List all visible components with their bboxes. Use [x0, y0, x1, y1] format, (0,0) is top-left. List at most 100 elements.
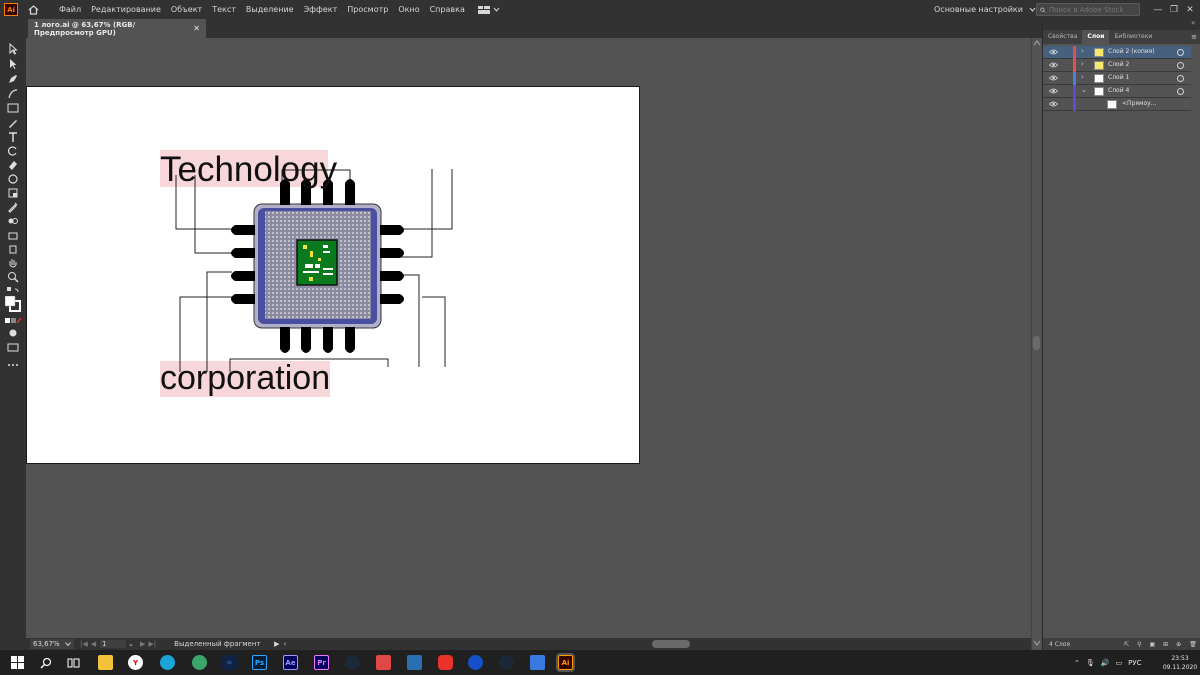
scroll-up-icon[interactable]	[1033, 40, 1041, 46]
pen-tool-icon[interactable]	[5, 72, 21, 86]
new-layer-icon[interactable]: ⊕	[1176, 641, 1181, 648]
expand-icon[interactable]: ⌄	[1081, 86, 1087, 94]
hand-tool-icon[interactable]	[5, 256, 21, 270]
menu-effect[interactable]: Эффект	[299, 0, 343, 19]
delete-icon[interactable]: 🗑	[1189, 641, 1197, 648]
eyedropper-tool-icon[interactable]	[5, 200, 21, 214]
menu-file[interactable]: Файл	[54, 0, 86, 19]
layer-row[interactable]: › Слой 2 (копия)	[1043, 46, 1200, 59]
menu-type[interactable]: Текст	[207, 0, 241, 19]
layer-row[interactable]: ⌄ Слой 4	[1043, 85, 1200, 98]
export-icon[interactable]: ⇱	[1124, 641, 1129, 648]
chevron-up-icon[interactable]: ⌃	[1074, 659, 1080, 667]
clock[interactable]: 23:53 09.11.2020	[1162, 654, 1198, 672]
first-artboard-icon[interactable]: |◀	[80, 640, 88, 648]
layer-name[interactable]: Слой 2 (копия)	[1108, 48, 1155, 55]
more-tools-icon[interactable]	[5, 358, 21, 372]
scroll-down-icon[interactable]	[1033, 640, 1041, 646]
shape-builder-tool-icon[interactable]	[5, 186, 21, 200]
horizontal-scroll-thumb[interactable]	[652, 640, 690, 648]
layer-row[interactable]: › Слой 2	[1043, 59, 1200, 72]
app-icon-3[interactable]	[407, 655, 422, 670]
direct-selection-tool-icon[interactable]	[5, 57, 21, 71]
eye-icon[interactable]	[1048, 101, 1059, 109]
artboard-tool-icon[interactable]	[5, 242, 21, 256]
eye-icon[interactable]	[1048, 88, 1059, 96]
layer-row[interactable]: › Слой 1	[1043, 72, 1200, 85]
eye-icon[interactable]	[1048, 49, 1059, 57]
type-tool-icon[interactable]	[5, 130, 21, 144]
kaspersky-icon[interactable]	[192, 655, 207, 670]
eye-icon[interactable]	[1048, 75, 1059, 83]
layer-name[interactable]: Слой 1	[1108, 74, 1129, 81]
layer-row[interactable]: <Прямоу...	[1043, 98, 1200, 111]
symbol-sprayer-tool-icon[interactable]	[5, 228, 21, 242]
menu-object[interactable]: Объект	[166, 0, 207, 19]
menu-select[interactable]: Выделение	[241, 0, 299, 19]
app-icon-2[interactable]	[376, 655, 391, 670]
photoshop-icon[interactable]: Ps	[252, 655, 267, 670]
edge-icon[interactable]	[160, 655, 175, 670]
rectangle-tool-icon[interactable]	[5, 101, 21, 115]
after-effects-icon[interactable]: Ae	[283, 655, 298, 670]
layer-name[interactable]: Слой 2	[1108, 61, 1129, 68]
curvature-tool-icon[interactable]	[5, 87, 21, 101]
screen-mode-icon[interactable]	[5, 340, 21, 354]
expand-icon[interactable]: ›	[1081, 73, 1084, 81]
layer-name[interactable]: Слой 4	[1108, 87, 1129, 94]
search-icon[interactable]	[38, 655, 53, 670]
blend-tool-icon[interactable]	[5, 214, 21, 228]
minimize-icon[interactable]: —	[1150, 5, 1166, 15]
tab-layers[interactable]: Слои	[1082, 30, 1110, 44]
app-icon[interactable]: ⚛	[222, 655, 237, 670]
target-icon[interactable]	[1177, 62, 1184, 69]
chevron-down-icon[interactable]: ⌄	[128, 640, 134, 648]
rotate-tool-icon[interactable]	[5, 144, 21, 158]
arrange-documents-button[interactable]	[477, 5, 500, 14]
steam-icon-2[interactable]	[499, 655, 514, 670]
document-tab[interactable]: 1 лого.ai @ 63,67% (RGB/Предпросмотр GPU…	[28, 19, 206, 38]
layers-scrollbar[interactable]	[1191, 46, 1200, 636]
network-icon[interactable]: ▭	[1115, 659, 1122, 667]
premiere-icon[interactable]: Pr	[314, 655, 329, 670]
zoom-tool-icon[interactable]	[5, 270, 21, 284]
menu-help[interactable]: Справка	[425, 0, 470, 19]
language-indicator[interactable]: РУС	[1128, 659, 1141, 667]
workspace-switcher[interactable]: Основные настройки	[934, 0, 1036, 19]
eraser-tool-icon[interactable]	[5, 158, 21, 172]
yandex-browser-icon[interactable]: Y	[128, 655, 143, 670]
new-sublayer-icon[interactable]: ⊞	[1163, 641, 1168, 648]
layer-name[interactable]: <Прямоу...	[1122, 100, 1156, 107]
expand-icon[interactable]: ›	[1081, 47, 1084, 55]
microphone-icon[interactable]: 🎙	[1086, 659, 1095, 667]
vertical-scroll-thumb[interactable]	[1033, 336, 1040, 350]
last-artboard-icon[interactable]: ▶|	[148, 640, 156, 648]
next-artboard-icon[interactable]: ▶	[140, 640, 145, 648]
zoom-select[interactable]: 63,67%	[30, 639, 74, 649]
prev-artboard-icon[interactable]: ◀	[91, 640, 96, 648]
windows-start-icon[interactable]	[10, 655, 25, 670]
search-icon[interactable]: ⚲	[1137, 641, 1141, 648]
panel-menu-icon[interactable]: ≡	[1191, 33, 1197, 41]
menu-window[interactable]: Окно	[393, 0, 424, 19]
menu-view[interactable]: Просмотр	[342, 0, 393, 19]
volume-icon[interactable]: 🔊	[1101, 659, 1110, 667]
artboard[interactable]: Technology corporation	[26, 86, 640, 464]
anydesk-icon[interactable]	[438, 655, 453, 670]
artboard-number[interactable]: 1	[100, 640, 127, 648]
steam-icon[interactable]	[345, 655, 360, 670]
canvas-area[interactable]: Technology corporation	[26, 38, 1031, 638]
status-menu-icon[interactable]: ▶	[274, 640, 279, 648]
illustrator-icon[interactable]: Ai	[556, 653, 575, 672]
home-icon[interactable]	[22, 0, 44, 19]
task-view-icon[interactable]	[66, 655, 81, 670]
target-icon[interactable]	[1177, 49, 1184, 56]
app-icon-4[interactable]	[468, 655, 483, 670]
tab-libraries[interactable]: Библиотеки	[1109, 30, 1157, 44]
file-explorer-icon[interactable]	[98, 655, 113, 670]
drawing-mode-icon[interactable]	[5, 326, 21, 340]
target-icon[interactable]	[1177, 75, 1184, 82]
target-icon[interactable]	[1177, 88, 1184, 95]
selection-tool-icon[interactable]	[5, 42, 21, 56]
menu-edit[interactable]: Редактирование	[86, 0, 166, 19]
